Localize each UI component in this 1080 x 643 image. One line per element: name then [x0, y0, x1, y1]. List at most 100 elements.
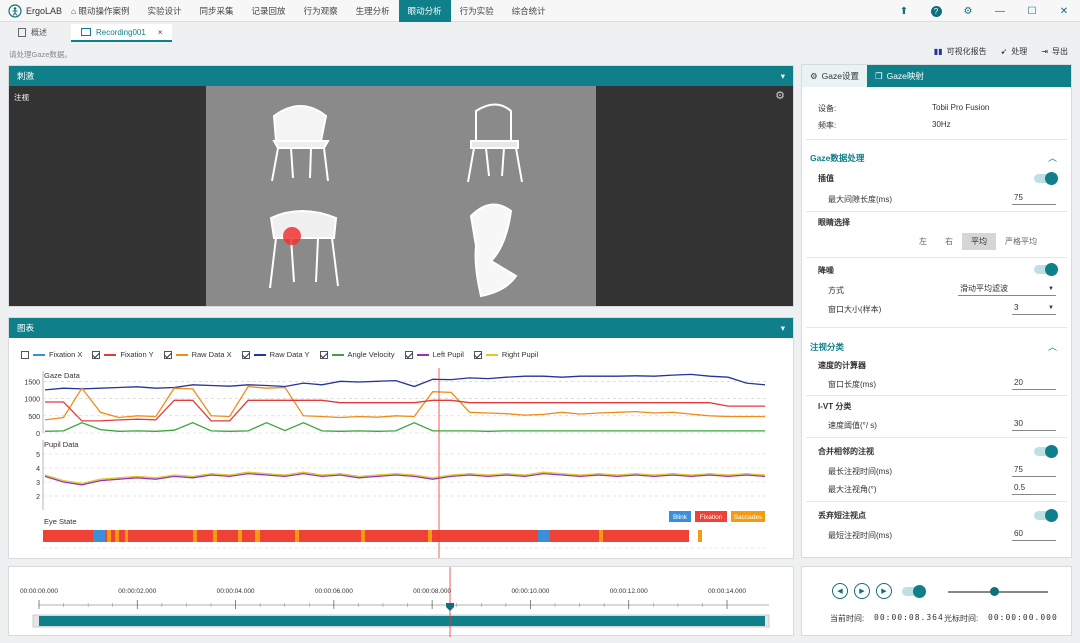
- menu-item[interactable]: ⌂ 眼动操作案例: [62, 0, 139, 22]
- timeline-ruler[interactable]: 00:00:00.000 00:00:02.000 00:00:04.000 00:0…: [9, 567, 795, 637]
- fixation-class-title: 注视分类: [810, 342, 845, 352]
- legend-item[interactable]: Left Pupil: [404, 350, 464, 359]
- legend-swatch: [416, 353, 429, 356]
- menu-item[interactable]: 实验设计: [139, 0, 191, 22]
- upload-icon[interactable]: ⬆: [888, 0, 920, 22]
- chart-header[interactable]: 图表 ▾: [9, 318, 793, 338]
- document-icon: [18, 27, 26, 37]
- tab-overview[interactable]: 概述: [8, 24, 57, 42]
- settings-tabs: ⚙ Gaze设置 ❐ Gaze映射: [802, 65, 1071, 87]
- window-length-input[interactable]: 20: [1012, 377, 1056, 390]
- chairs-image: [269, 103, 523, 298]
- window-size-value: 3: [1014, 303, 1019, 312]
- loop-toggle[interactable]: [902, 585, 926, 598]
- eye-option[interactable]: 左: [910, 233, 936, 250]
- window-size-select[interactable]: 3 ▼: [1012, 302, 1056, 315]
- step-forward-button[interactable]: ▶: [876, 583, 892, 599]
- stimulus-header[interactable]: 刺激 ▾: [9, 66, 793, 86]
- app-logo: ErgoLAB: [0, 3, 62, 18]
- minimize-button[interactable]: —: [984, 0, 1016, 22]
- gear-icon: ⚙: [810, 70, 818, 81]
- series-line: [44, 373, 766, 391]
- tab-recording[interactable]: Recording001 ×: [71, 24, 173, 42]
- tab-gaze-mapping[interactable]: ❐ Gaze映射: [867, 65, 932, 87]
- gaze-settings-panel: ⚙ Gaze设置 ❐ Gaze映射 设备: Tobii Pro Fusion 频率:…: [801, 64, 1072, 558]
- legend-item[interactable]: Right Pupil: [473, 350, 538, 359]
- window-size-label: 窗口大小(样本): [828, 305, 882, 314]
- divider: [806, 257, 1067, 258]
- menu-item[interactable]: 综合统计: [503, 0, 555, 22]
- collapse-arrow-icon[interactable]: ▾: [781, 323, 785, 334]
- close-window-button[interactable]: ✕: [1048, 0, 1080, 22]
- report-label: 可视化报告: [946, 47, 987, 56]
- report-button[interactable]: ▮▮ 可视化报告: [934, 46, 987, 57]
- legend-item[interactable]: Fixation X: [21, 350, 82, 359]
- interp-toggle[interactable]: [1034, 172, 1058, 185]
- legend-checkbox[interactable]: [473, 350, 482, 359]
- legend-checkbox[interactable]: [92, 350, 101, 359]
- settings-gear-icon[interactable]: ⚙: [952, 0, 984, 22]
- collapse-arrow-icon[interactable]: ▾: [781, 71, 785, 82]
- home-icon: ⌂: [71, 5, 79, 16]
- max-time-label: 最长注视时间(ms): [828, 467, 892, 476]
- ergolab-logo-icon: [8, 3, 22, 18]
- velocity-threshold-input[interactable]: 30: [1012, 418, 1056, 431]
- frequency-value: 30Hz: [932, 120, 951, 129]
- divider: [806, 211, 1067, 212]
- stimulus-settings-icon[interactable]: ⚙: [775, 89, 785, 102]
- legend-item[interactable]: Angle Velocity: [319, 350, 395, 359]
- max-gap-input[interactable]: 75: [1012, 192, 1056, 205]
- velocity-calc-label: 速度的计算器: [818, 361, 866, 370]
- menu-item[interactable]: 记录回放: [243, 0, 295, 22]
- stimulus-title: 刺激: [17, 71, 35, 81]
- eye-option[interactable]: 右: [936, 233, 962, 250]
- legend-checkbox[interactable]: [241, 350, 250, 359]
- eye-option[interactable]: 平均: [962, 233, 996, 250]
- divider: [806, 437, 1067, 438]
- tab-recording-label: Recording001: [96, 27, 146, 37]
- eye-state-segment: [93, 530, 105, 542]
- legend-item[interactable]: Raw Data X: [163, 350, 232, 359]
- eye-state-segment: [538, 530, 550, 542]
- play-button[interactable]: ▶: [854, 583, 870, 599]
- chevron-up-icon[interactable]: ︿: [1048, 151, 1057, 164]
- timeline-tick-label: 00:00:10.000: [511, 588, 549, 595]
- volume-slider-handle[interactable]: [990, 587, 999, 596]
- legend-item[interactable]: Fixation Y: [92, 350, 154, 359]
- export-button[interactable]: ⇥ 导出: [1041, 46, 1068, 57]
- help-icon[interactable]: ?: [920, 0, 952, 22]
- min-time-input[interactable]: 60: [1012, 528, 1056, 541]
- tab-close-button[interactable]: ×: [158, 28, 163, 37]
- step-back-button[interactable]: ◀: [832, 583, 848, 599]
- method-select[interactable]: 滑动平均滤波 ▼: [958, 283, 1056, 296]
- discard-toggle[interactable]: [1034, 509, 1058, 522]
- legend-item[interactable]: Raw Data Y: [241, 350, 310, 359]
- eye-state-segment: [361, 530, 365, 542]
- legend-checkbox[interactable]: [319, 350, 328, 359]
- ivt-label: I-VT 分类: [818, 402, 852, 411]
- dropdown-arrow-icon: ▼: [1048, 286, 1054, 292]
- legend-swatch: [253, 353, 266, 356]
- tab-gaze-settings[interactable]: ⚙ Gaze设置: [802, 65, 867, 87]
- menu-item[interactable]: 行为实验: [451, 0, 503, 22]
- process-button[interactable]: ➹ 处理: [1001, 46, 1028, 57]
- legend-checkbox[interactable]: [404, 350, 413, 359]
- max-time-input[interactable]: 75: [1012, 464, 1056, 477]
- fixation-bar: [43, 530, 689, 542]
- eye-option[interactable]: 严格平均: [996, 233, 1046, 250]
- max-angle-input[interactable]: 0.5: [1012, 482, 1056, 495]
- menu-item[interactable]: 行为观察: [295, 0, 347, 22]
- eye-state-segment: [193, 530, 197, 542]
- menu-item[interactable]: 眼动分析: [398, 0, 451, 22]
- menu-item[interactable]: 同步采集: [191, 0, 243, 22]
- cursor-time-label: 光标时间:: [944, 614, 979, 623]
- merge-toggle[interactable]: [1034, 445, 1058, 458]
- legend-checkbox[interactable]: [21, 350, 29, 359]
- eye-select-segmented: 左右平均 严格平均: [910, 233, 1046, 250]
- menu-item[interactable]: 生理分析: [347, 0, 399, 22]
- timeline-tick-label: 00:00:00.000: [20, 588, 58, 595]
- denoise-toggle[interactable]: [1034, 263, 1058, 276]
- chevron-up-icon[interactable]: ︿: [1048, 340, 1057, 353]
- legend-checkbox[interactable]: [163, 350, 172, 359]
- maximize-button[interactable]: ☐: [1016, 0, 1048, 22]
